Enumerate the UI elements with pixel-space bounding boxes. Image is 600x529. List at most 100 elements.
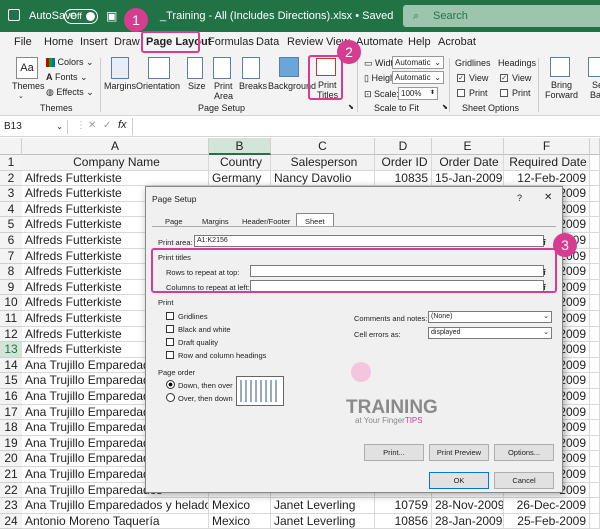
table-cell[interactable]: Mexico bbox=[209, 498, 271, 514]
ok-button[interactable]: OK bbox=[429, 472, 489, 489]
row-header[interactable]: 7 bbox=[0, 248, 22, 265]
table-cell[interactable] bbox=[590, 342, 600, 358]
table-cell[interactable] bbox=[590, 155, 600, 171]
send-backward-icon[interactable] bbox=[588, 57, 600, 77]
table-cell[interactable] bbox=[590, 217, 600, 233]
tab-page[interactable]: Page bbox=[165, 217, 183, 226]
gridlines-view-checkbox[interactable]: ✓ bbox=[457, 74, 465, 82]
close-icon[interactable]: ✕ bbox=[544, 192, 552, 203]
send-backward-label-2[interactable]: Back bbox=[590, 90, 600, 100]
row-header[interactable]: 13 bbox=[0, 342, 22, 358]
size-icon[interactable] bbox=[187, 57, 203, 79]
row-header[interactable]: 11 bbox=[0, 311, 22, 327]
col-header-f[interactable]: F bbox=[504, 138, 590, 155]
themes-button[interactable]: Themes bbox=[12, 81, 45, 91]
size-button[interactable]: Size bbox=[188, 81, 206, 91]
cancel-button[interactable]: Cancel bbox=[494, 472, 554, 489]
print-button[interactable]: Print... bbox=[364, 444, 424, 461]
search-box[interactable]: ⌕ Search bbox=[403, 5, 600, 27]
row-header[interactable]: 3 bbox=[0, 186, 22, 202]
col-header-b[interactable]: B bbox=[209, 138, 271, 155]
draft-quality-checkbox[interactable] bbox=[166, 338, 174, 346]
fonts-button[interactable]: A Fonts ⌄ bbox=[46, 72, 88, 83]
tab-sheet-active[interactable]: Sheet bbox=[296, 213, 334, 227]
gridlines-checkbox[interactable] bbox=[166, 312, 174, 320]
row-header[interactable]: 9 bbox=[0, 279, 22, 296]
menu-acrobat[interactable]: Acrobat bbox=[438, 36, 476, 48]
row-header[interactable]: 19 bbox=[0, 435, 22, 452]
row-header[interactable]: 22 bbox=[0, 482, 22, 499]
row-header[interactable]: 4 bbox=[0, 201, 22, 218]
cell-errors-select[interactable]: displayed ⌄ bbox=[428, 327, 552, 339]
margins-icon[interactable] bbox=[111, 57, 129, 79]
table-cell[interactable]: 12-Feb-2009 bbox=[504, 170, 590, 187]
row-header[interactable]: 12 bbox=[0, 326, 22, 343]
bring-forward-label-2[interactable]: Forward bbox=[545, 90, 578, 100]
headings-print-checkbox[interactable] bbox=[500, 89, 508, 97]
table-cell[interactable] bbox=[590, 201, 600, 218]
menu-home[interactable]: Home bbox=[44, 36, 73, 48]
column-title-cell[interactable]: Order Date bbox=[432, 155, 504, 171]
bring-forward-icon[interactable] bbox=[550, 57, 570, 77]
autosave-toggle[interactable]: Off bbox=[64, 9, 98, 24]
table-cell[interactable]: 28-Nov-2009 bbox=[432, 498, 504, 514]
table-cell[interactable]: Mexico bbox=[209, 513, 271, 529]
table-cell[interactable] bbox=[590, 233, 600, 249]
themes-icon[interactable]: Aa bbox=[16, 57, 38, 79]
row-header[interactable]: 24 bbox=[0, 513, 22, 529]
row-header[interactable]: 6 bbox=[0, 233, 22, 249]
row-header[interactable]: 16 bbox=[0, 389, 22, 405]
cancel-icon[interactable]: ✕ bbox=[88, 120, 96, 131]
formula-input[interactable] bbox=[132, 118, 598, 135]
table-cell[interactable]: Janet Leverling bbox=[271, 498, 375, 514]
table-cell[interactable] bbox=[590, 498, 600, 514]
save-icon[interactable]: ▣ bbox=[106, 9, 117, 23]
column-title-cell[interactable]: Order ID bbox=[375, 155, 432, 171]
col-header-a[interactable]: A bbox=[22, 138, 209, 155]
menu-data[interactable]: Data bbox=[256, 36, 279, 48]
column-title-cell[interactable]: Salesperson bbox=[271, 155, 375, 171]
bring-forward-label-1[interactable]: Bring bbox=[551, 80, 572, 90]
over-then-down-radio[interactable] bbox=[166, 393, 175, 402]
print-area-label-1[interactable]: Print bbox=[214, 81, 233, 91]
table-cell[interactable]: 10856 bbox=[375, 513, 432, 529]
options-button[interactable]: Options... bbox=[494, 444, 554, 461]
row-header[interactable]: 14 bbox=[0, 357, 22, 374]
table-cell[interactable]: 10835 bbox=[375, 170, 432, 187]
help-icon[interactable]: ? bbox=[517, 193, 522, 203]
width-select[interactable]: Automatic ⌄ bbox=[392, 56, 444, 69]
effects-button[interactable]: ◍ Effects ⌄ bbox=[46, 87, 94, 98]
table-cell[interactable] bbox=[590, 264, 600, 280]
row-header[interactable]: 10 bbox=[0, 295, 22, 311]
send-backward-label-1[interactable]: Se bbox=[592, 80, 600, 90]
table-cell[interactable]: 15-Jan-2009 bbox=[432, 170, 504, 187]
row-header[interactable]: 8 bbox=[0, 264, 22, 280]
row-header[interactable]: 17 bbox=[0, 404, 22, 421]
table-cell[interactable]: Alfreds Futterkiste bbox=[22, 170, 209, 187]
table-cell[interactable] bbox=[590, 279, 600, 296]
row-header[interactable]: 2 bbox=[0, 170, 22, 187]
menu-help[interactable]: Help bbox=[408, 36, 431, 48]
scale-input[interactable]: 100% ⬍ bbox=[398, 87, 438, 100]
table-cell[interactable] bbox=[590, 326, 600, 343]
menu-draw[interactable]: Draw bbox=[114, 36, 140, 48]
table-cell[interactable] bbox=[590, 420, 600, 436]
down-then-over-radio[interactable] bbox=[166, 380, 175, 389]
table-cell[interactable]: Ana Trujillo Emparedados y helados bbox=[22, 498, 209, 514]
table-cell[interactable] bbox=[590, 467, 600, 483]
tab-sheet[interactable]: Sheet bbox=[305, 217, 325, 226]
select-all-corner[interactable] bbox=[0, 138, 22, 155]
table-cell[interactable] bbox=[590, 373, 600, 389]
colors-button[interactable]: Colors ⌄ bbox=[46, 57, 94, 68]
margins-button[interactable]: Margins bbox=[104, 81, 136, 91]
table-cell[interactable] bbox=[590, 389, 600, 405]
tab-header-footer[interactable]: Header/Footer bbox=[242, 217, 290, 226]
row-header[interactable]: 5 bbox=[0, 217, 22, 233]
breaks-button[interactable]: Breaks bbox=[239, 81, 267, 91]
gridlines-print-checkbox[interactable] bbox=[457, 89, 465, 97]
height-select[interactable]: Automatic ⌄ bbox=[392, 71, 444, 84]
table-cell[interactable]: 26-Dec-2009 bbox=[504, 498, 590, 514]
orientation-icon[interactable] bbox=[148, 57, 170, 79]
table-cell[interactable] bbox=[590, 186, 600, 202]
orientation-button[interactable]: Orientation bbox=[136, 81, 180, 91]
